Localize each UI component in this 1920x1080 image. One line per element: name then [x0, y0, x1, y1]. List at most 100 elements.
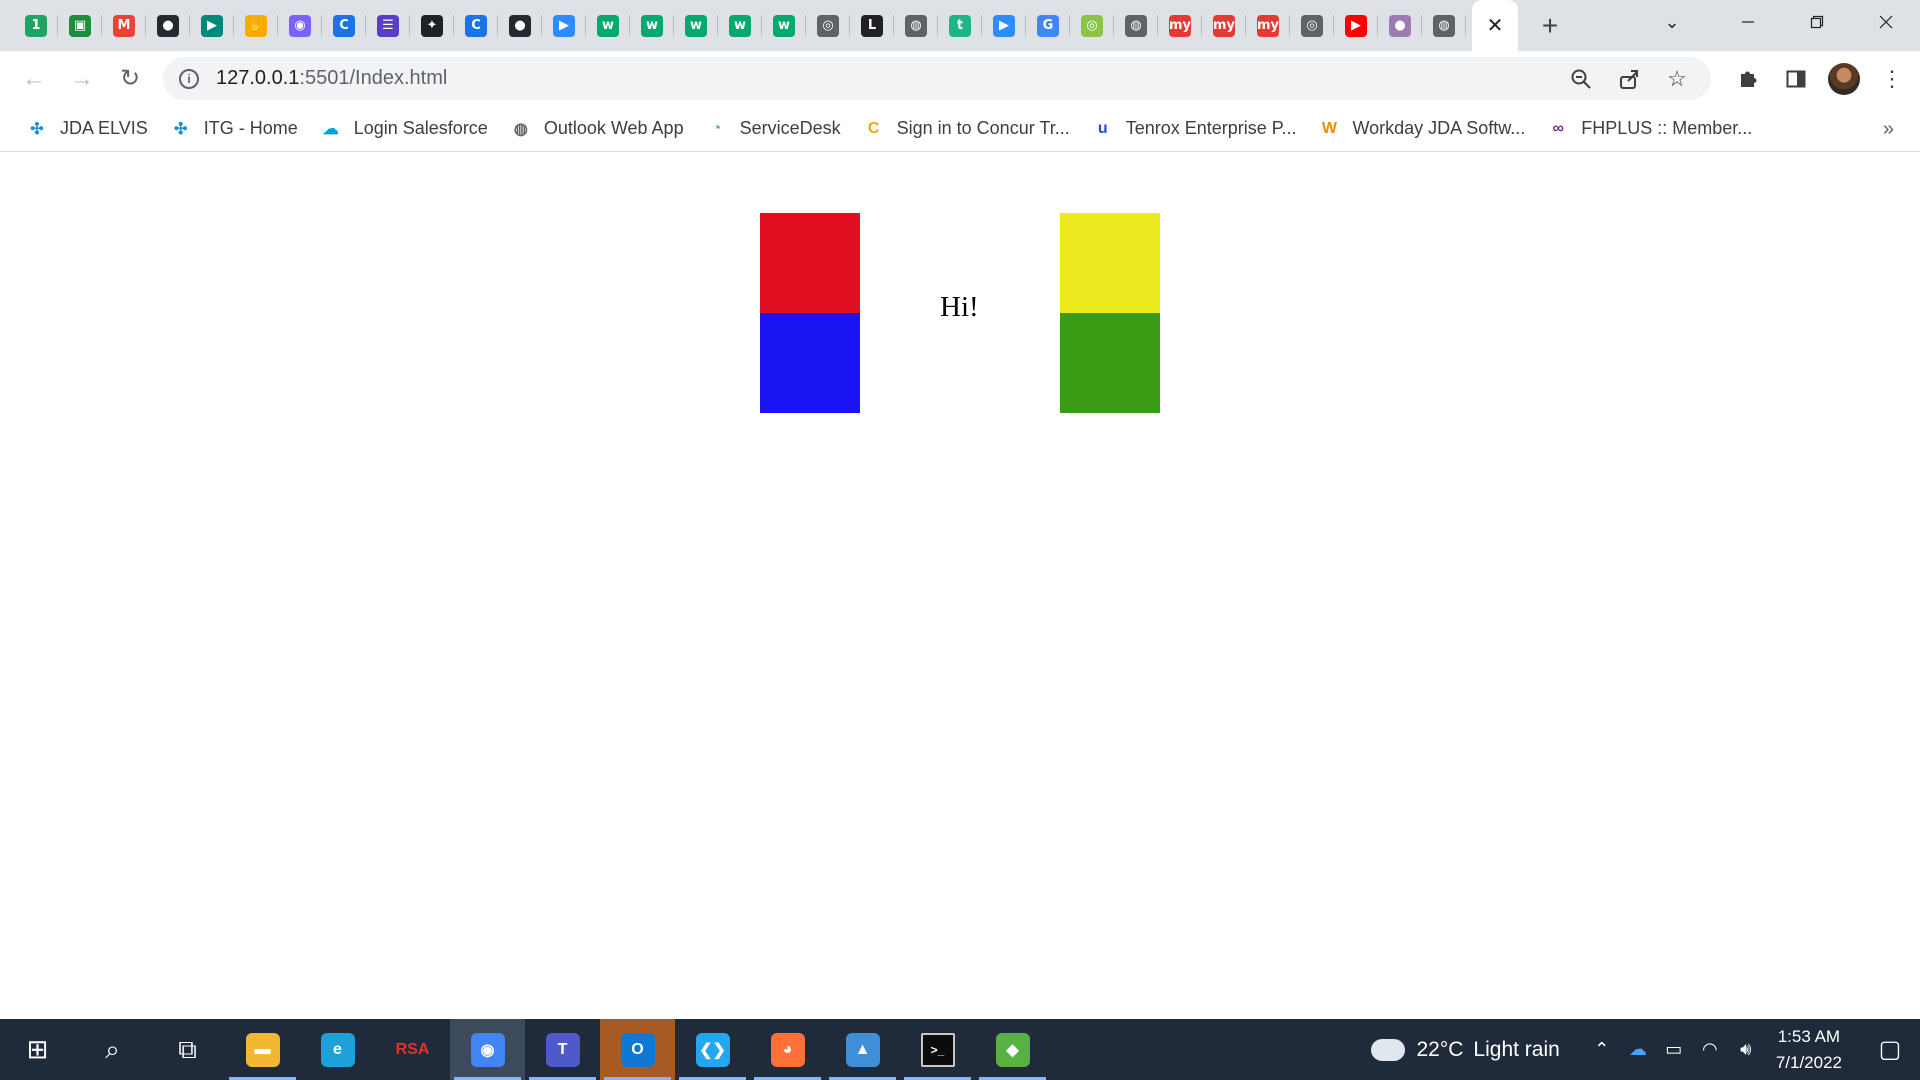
w3schools-icon: w	[729, 14, 751, 37]
taskbar-app[interactable]: ◕	[750, 1019, 825, 1080]
browser-tab[interactable]: my	[1246, 0, 1290, 51]
browser-tab[interactable]: ●	[146, 0, 190, 51]
address-bar[interactable]: i 127.0.0.1:5501/Index.html ☆	[163, 57, 1711, 100]
taskbar-app[interactable]: RSA	[375, 1019, 450, 1080]
bookmark-item[interactable]: W Workday JDA Softw...	[1310, 111, 1533, 147]
bookmark-item[interactable]: C Sign in to Concur Tr...	[855, 111, 1078, 147]
green-ring-icon: ◎	[1081, 14, 1103, 37]
taskbar-app[interactable]: T	[525, 1019, 600, 1080]
show-hidden-icons-chevron-icon[interactable]: ⌃	[1584, 1019, 1620, 1080]
close-window-icon[interactable]	[1851, 0, 1920, 44]
close-tab-icon[interactable]: ✕	[1487, 13, 1504, 38]
battery-icon[interactable]: ▭	[1656, 1019, 1692, 1080]
browser-tab[interactable]: ●	[1378, 0, 1422, 51]
browser-tab[interactable]: ●	[498, 0, 542, 51]
workday-icon: W	[1321, 119, 1338, 137]
browser-tab[interactable]: M	[102, 0, 146, 51]
taskbar-app[interactable]: ▲	[825, 1019, 900, 1080]
url-path: :5501/Index.html	[299, 67, 448, 89]
system-tray: 22°C Light rain ⌃ ☁ ▭ ◠ 🔊︎ 1:53 AM 7/1/2…	[1370, 1019, 1920, 1080]
browser-tab[interactable]: ▶	[190, 0, 234, 51]
taskbar-app[interactable]: e	[300, 1019, 375, 1080]
taskbar-app[interactable]: ⌕	[75, 1019, 150, 1080]
tab-search-icon[interactable]: ⌄	[1641, 0, 1703, 44]
bookmark-item[interactable]: ◔ ServiceDesk	[698, 111, 849, 147]
browser-tab[interactable]: 1	[14, 0, 58, 51]
browser-tab[interactable]: ◉	[278, 0, 322, 51]
vscode-icon: ❮❯	[695, 1032, 730, 1067]
more-menu-icon[interactable]: ⋮	[1868, 55, 1916, 103]
volume-icon[interactable]: 🔊︎	[1728, 1019, 1764, 1080]
active-tab[interactable]: ✕	[1472, 0, 1518, 51]
browser-tab[interactable]: w	[718, 0, 762, 51]
browser-tab[interactable]: my	[1202, 0, 1246, 51]
browser-tab[interactable]: t	[938, 0, 982, 51]
bookmark-star-icon[interactable]: ☆	[1653, 57, 1701, 100]
weather-widget[interactable]: 22°C Light rain	[1370, 1038, 1560, 1062]
browser-tab[interactable]: ▶	[542, 0, 586, 51]
taskbar-app[interactable]: ◉	[450, 1019, 525, 1080]
browser-tab[interactable]: ◍	[1114, 0, 1158, 51]
browser-tab[interactable]: ▶	[1334, 0, 1378, 51]
globe-icon: ◍	[905, 14, 927, 37]
wifi-icon[interactable]: ◠	[1692, 1019, 1728, 1080]
profile-avatar[interactable]	[1828, 62, 1860, 95]
clock[interactable]: 1:53 AM 7/1/2022	[1776, 1024, 1842, 1076]
taskbar-app[interactable]: O	[600, 1019, 675, 1080]
taskbar-app[interactable]: >_	[900, 1019, 975, 1080]
browser-tab[interactable]: ▣	[58, 0, 102, 51]
notification-center-icon[interactable]: ▢	[1860, 1019, 1920, 1080]
browser-tab[interactable]: ◎	[806, 0, 850, 51]
browser-tab[interactable]: ✦	[410, 0, 454, 51]
browser-tab[interactable]: ▶	[982, 0, 1026, 51]
bookmark-item[interactable]: ∞ FHPLUS :: Member...	[1539, 111, 1760, 147]
restore-icon[interactable]	[1782, 0, 1851, 44]
browser-tab[interactable]: my	[1158, 0, 1202, 51]
url-text[interactable]: 127.0.0.1:5501/Index.html	[216, 67, 447, 90]
taskbar-app[interactable]: ⧉	[150, 1019, 225, 1080]
browser-tab[interactable]: w	[762, 0, 806, 51]
share-icon[interactable]	[1605, 57, 1653, 100]
browser-tab[interactable]: ✋	[234, 0, 278, 51]
browser-tab[interactable]: ◎	[1290, 0, 1334, 51]
browser-tab[interactable]: ◎	[1070, 0, 1114, 51]
tab-strip: 1 ▣ M ● ▶ ✋ ◉ C ☰ ✦ C ● ▶ w w w w w ◎ L ◍ t ▶ G ◎ ◍ my my my ◎ ▶ ● ◍ ✕ + …	[0, 0, 1920, 51]
browser-tab[interactable]: L	[850, 0, 894, 51]
yellow-app-icon: ✋	[245, 14, 267, 37]
bookmark-item[interactable]: ✣ ITG - Home	[162, 111, 306, 147]
forward-arrow-icon[interactable]: →	[60, 57, 104, 101]
bookmark-item[interactable]: ✣ JDA ELVIS	[18, 111, 156, 147]
side-panel-icon[interactable]	[1772, 55, 1820, 103]
back-arrow-icon[interactable]: ←	[12, 57, 56, 101]
bookmark-item[interactable]: ☁ Login Salesforce	[312, 111, 496, 147]
browser-tab[interactable]: w	[586, 0, 630, 51]
browser-tab[interactable]: w	[674, 0, 718, 51]
taskbar-app[interactable]: ⊞	[0, 1019, 75, 1080]
taskbar-app[interactable]: ▬	[225, 1019, 300, 1080]
rsa-icon: RSA	[395, 1040, 430, 1058]
teams-icon: T	[545, 1032, 580, 1067]
browser-tab[interactable]: C	[322, 0, 366, 51]
bookmark-label: Tenrox Enterprise P...	[1125, 118, 1297, 138]
browser-tab[interactable]: ☰	[366, 0, 410, 51]
reload-icon[interactable]: ↻	[108, 57, 152, 101]
bookmark-item[interactable]: u Tenrox Enterprise P...	[1084, 111, 1305, 147]
browser-tab[interactable]: C	[454, 0, 498, 51]
taskbar-app[interactable]: ❮❯	[675, 1019, 750, 1080]
browser-tab[interactable]: ◍	[894, 0, 938, 51]
extensions-puzzle-icon[interactable]	[1724, 55, 1772, 103]
minimize-icon[interactable]	[1713, 0, 1782, 44]
browser-tab[interactable]: ◍	[1422, 0, 1466, 51]
bookmarks-bar: ✣ JDA ELVIS ✣ ITG - Home ☁ Login Salesforce ◍ O…	[0, 106, 1920, 152]
bookmarks-overflow-chevron-icon[interactable]: »	[1883, 106, 1894, 152]
w3schools-icon: w	[641, 14, 663, 37]
zoom-out-icon[interactable]	[1557, 57, 1605, 100]
bookmark-item[interactable]: ◍ Outlook Web App	[502, 111, 692, 147]
browser-tab[interactable]: w	[630, 0, 674, 51]
new-tab-button[interactable]: +	[1530, 0, 1570, 51]
site-info-icon[interactable]: i	[179, 68, 199, 89]
onedrive-cloud-icon[interactable]: ☁	[1620, 1019, 1656, 1080]
search-icon: ⌕	[105, 1033, 120, 1064]
taskbar-app[interactable]: ◆	[975, 1019, 1050, 1080]
browser-tab[interactable]: G	[1026, 0, 1070, 51]
